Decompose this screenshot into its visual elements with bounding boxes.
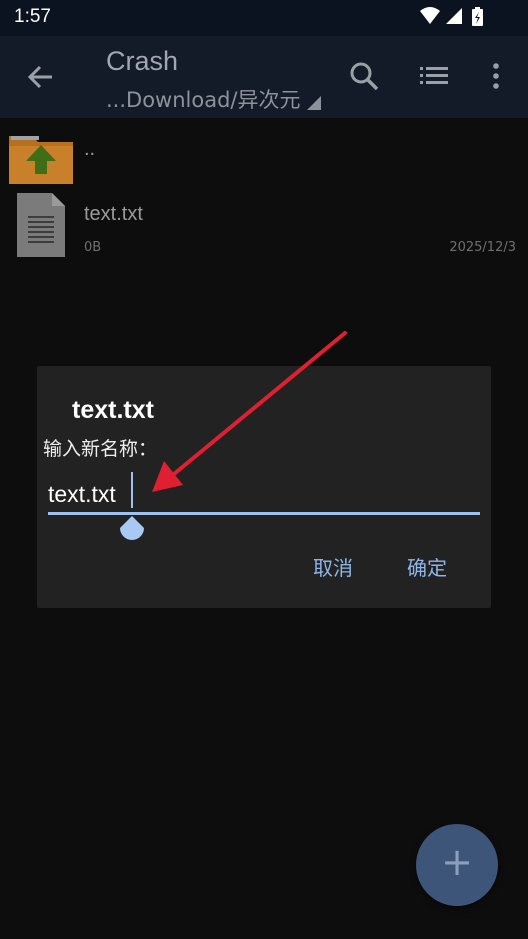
current-path[interactable]: ...Download/异次元 — [106, 84, 301, 114]
text-file-icon — [17, 193, 65, 257]
wifi-icon — [420, 7, 440, 24]
plus-icon: + — [441, 840, 473, 884]
list-item-text-file[interactable]: text.txt 0B 2025/12/3 — [0, 190, 528, 262]
rename-dialog: text.txt 输入新名称： 取消 确定 — [37, 366, 491, 608]
search-icon[interactable] — [346, 58, 382, 94]
text-selection-handle[interactable] — [116, 516, 148, 546]
status-icons — [420, 7, 483, 26]
add-fab-button[interactable]: + — [416, 824, 498, 906]
folder-up-icon — [9, 136, 73, 184]
dialog-prompt: 输入新名称： — [43, 438, 158, 460]
path-dropdown-icon[interactable] — [307, 96, 321, 110]
status-bar: 1:57 — [0, 0, 528, 36]
app-bar: Crash ...Download/异次元 — [0, 36, 528, 118]
back-arrow-icon[interactable] — [22, 58, 60, 96]
list-item-parent[interactable]: .. — [0, 124, 528, 188]
file-date: 2025/12/3 — [449, 240, 516, 255]
new-name-input[interactable] — [48, 474, 480, 514]
file-name: .. — [84, 138, 96, 160]
cancel-button[interactable]: 取消 — [313, 552, 353, 581]
dialog-title: text.txt — [72, 396, 154, 424]
list-view-icon[interactable] — [416, 58, 452, 94]
file-size: 0B — [84, 240, 102, 255]
input-underline — [48, 512, 480, 515]
signal-icon — [446, 8, 462, 24]
text-cursor — [131, 472, 133, 508]
more-vert-icon[interactable] — [478, 58, 514, 94]
status-time: 1:57 — [14, 6, 51, 27]
file-name: text.txt — [84, 203, 143, 225]
battery-charging-icon — [472, 7, 483, 26]
confirm-button[interactable]: 确定 — [407, 552, 447, 581]
app-title: Crash — [106, 46, 179, 76]
